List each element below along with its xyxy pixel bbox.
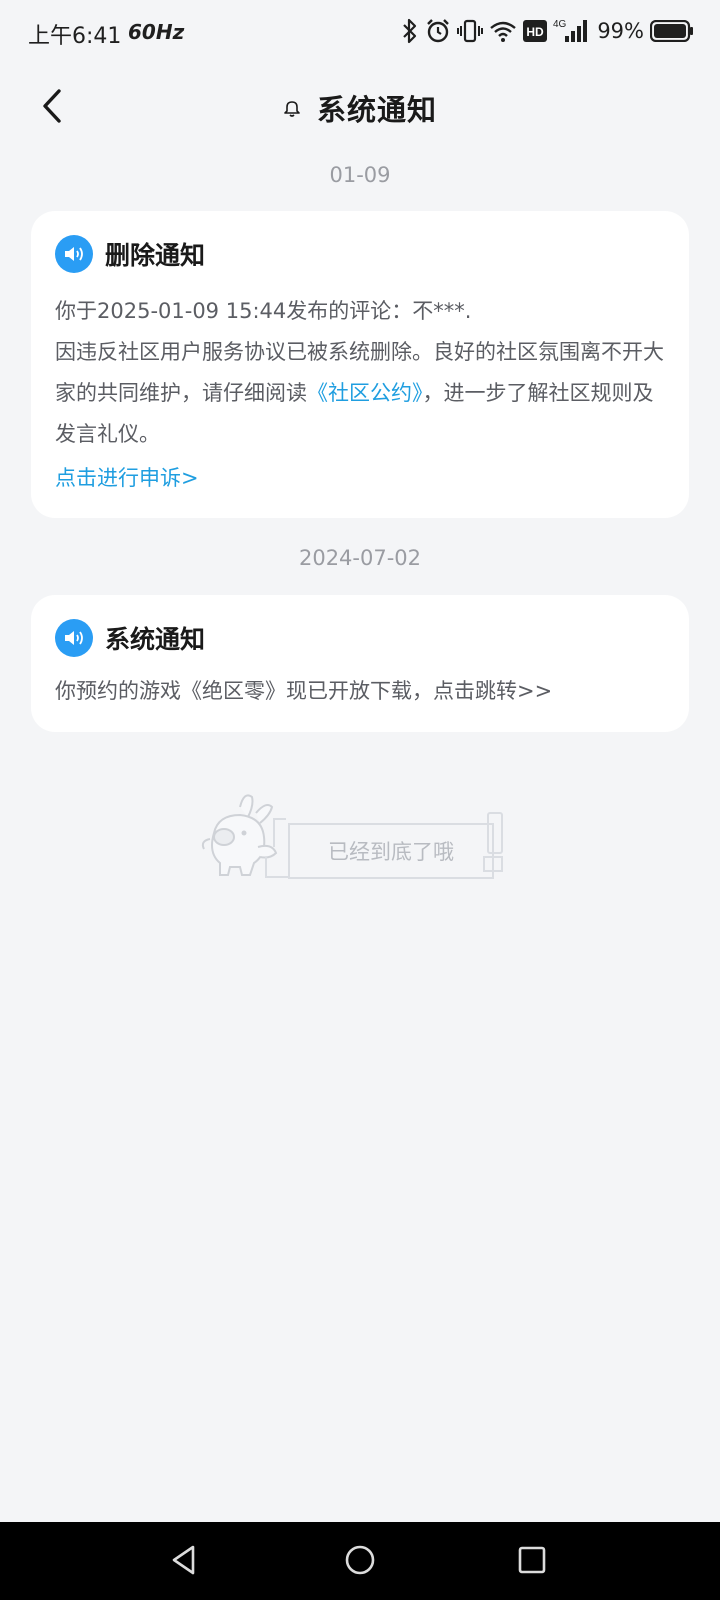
date-label: 2024-07-02 (298, 546, 422, 570)
triangle-back-icon (169, 1544, 199, 1580)
speaker-icon (55, 235, 93, 273)
top-app-bar: 系统通知 (0, 70, 720, 146)
battery-percent: 99% (597, 19, 644, 43)
hd-badge-text: HD (527, 25, 545, 39)
speaker-icon (55, 619, 93, 657)
page-title: 系统通知 (316, 93, 437, 127)
vibrate-icon (457, 18, 484, 44)
alarm-icon (425, 18, 451, 44)
end-of-list-text: 已经到底了哦 (288, 823, 494, 879)
status-time: 上午6:41 (28, 24, 122, 49)
header-center: 系统通知 (0, 70, 720, 146)
wifi-icon (489, 19, 517, 43)
refresh-rate: 60Hz (128, 20, 185, 44)
network-type: 4G (553, 19, 567, 30)
battery-icon (650, 20, 694, 42)
circle-home-icon (343, 1543, 377, 1581)
deletion-reason: 因违反社区用户服务协议已被系统删除。良好的社区氛围离不开大家的共同维护，请仔细阅… (55, 332, 665, 455)
bluetooth-icon (401, 18, 419, 44)
status-icons: HD 4G 99% (401, 16, 694, 46)
chevron-left-icon (40, 88, 64, 128)
card-header: 删除通知 (55, 235, 665, 273)
appeal-link[interactable]: 点击进行申诉> (55, 461, 199, 495)
back-button[interactable] (28, 84, 76, 132)
comment-line: 你于2025-01-09 15:44发布的评论：不***. (55, 299, 472, 323)
card-header: 系统通知 (55, 619, 665, 657)
end-of-list: 已经到底了哦 (200, 793, 520, 897)
notification-card-delete[interactable]: 删除通知 你于2025-01-09 15:44发布的评论：不***. 因违反社区… (31, 211, 689, 518)
bracket-decor-icon (264, 817, 290, 883)
date-label: 01-09 (329, 163, 391, 187)
hd-badge: HD (523, 20, 548, 42)
cell-signal-icon: 4G (553, 18, 589, 44)
status-bar: 上午6:41 60Hz HD 4G 99% (0, 0, 720, 64)
card-title: 系统通知 (105, 625, 206, 654)
nav-recents-button[interactable] (510, 1540, 554, 1584)
card-title: 删除通知 (105, 241, 206, 270)
square-recents-icon (517, 1545, 547, 1579)
nav-home-button[interactable] (338, 1540, 382, 1584)
system-nav-bar (0, 1522, 720, 1600)
notification-card-system[interactable]: 系统通知 你预约的游戏《绝区零》现已开放下载，点击跳转>> (31, 595, 689, 732)
nav-back-button[interactable] (162, 1540, 206, 1584)
card-body: 你预约的游戏《绝区零》现已开放下载，点击跳转>> (55, 679, 553, 703)
community-rules-link[interactable]: 《社区公约》 (307, 381, 423, 405)
bell-icon (283, 98, 301, 118)
card-body: 你于2025-01-09 15:44发布的评论：不***. 因违反社区用户服务协… (55, 291, 665, 455)
